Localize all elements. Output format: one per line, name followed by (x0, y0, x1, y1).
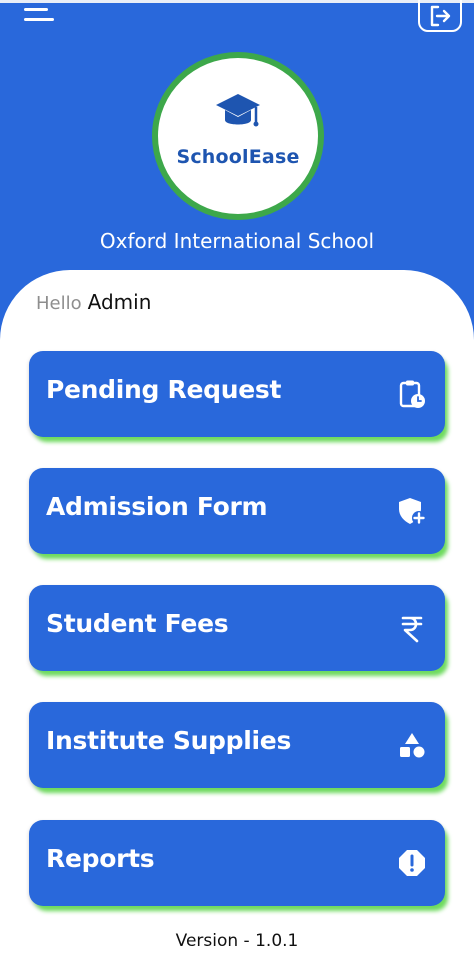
card-label: Reports (46, 844, 155, 873)
alert-octagon-icon (399, 850, 425, 876)
card-label: Student Fees (46, 609, 229, 638)
app-version: Version - 1.0.1 (175, 931, 299, 951)
greeting-hello: Hello (36, 293, 82, 314)
card-label: Institute Supplies (46, 726, 292, 755)
institute-supplies-button[interactable]: Institute Supplies (29, 702, 445, 788)
school-name: Oxford International School (99, 229, 375, 253)
graduation-cap-icon (216, 94, 260, 127)
logout-icon (430, 5, 451, 27)
card-label: Pending Request (46, 375, 282, 404)
reports-button[interactable]: Reports (29, 820, 445, 906)
status-strip (0, 0, 474, 3)
header: SchoolEase Oxford International School (0, 0, 474, 300)
hamburger-menu-icon[interactable] (24, 2, 58, 28)
admission-form-button[interactable]: Admission Form (29, 468, 445, 554)
app-logo: SchoolEase (152, 52, 324, 220)
rupee-icon (401, 616, 423, 643)
shield-plus-icon (399, 498, 426, 525)
card-label: Admission Form (46, 492, 268, 521)
greeting: Hello Admin (36, 290, 151, 314)
logo-text: SchoolEase (176, 146, 300, 168)
greeting-user-name: Admin (87, 290, 152, 314)
shapes-icon (400, 733, 425, 758)
logout-button[interactable] (418, 0, 462, 32)
clipboard-clock-icon (399, 380, 425, 408)
pending-request-button[interactable]: Pending Request (29, 351, 445, 437)
student-fees-button[interactable]: Student Fees (29, 585, 445, 671)
